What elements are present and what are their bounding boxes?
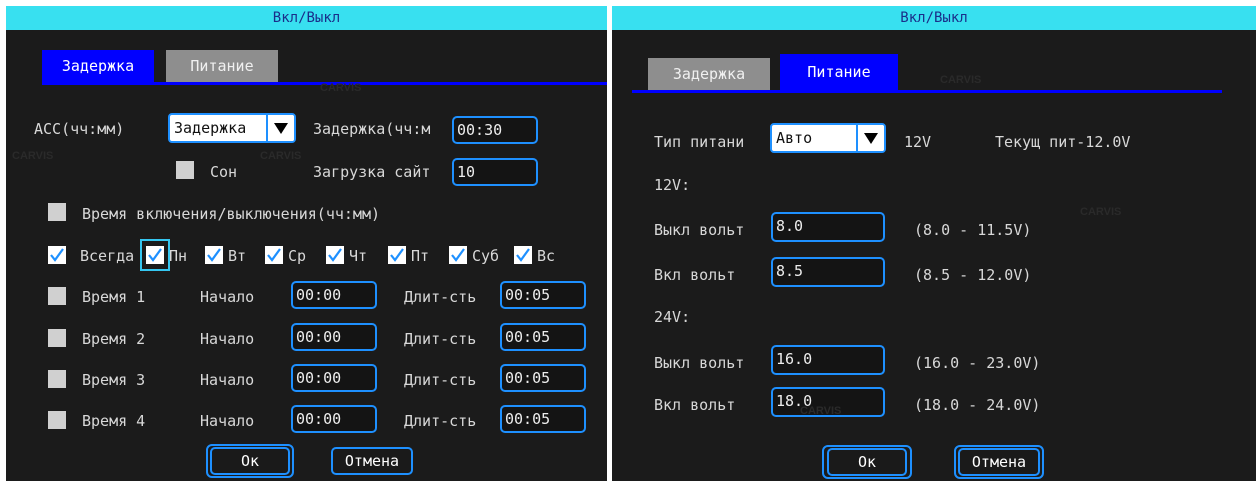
time-1-checkbox[interactable]	[48, 287, 66, 305]
v24-on-label: Вкл вольт	[654, 396, 736, 414]
tab-delay[interactable]: Задержка	[648, 58, 770, 90]
wed-checkbox[interactable]	[265, 246, 283, 264]
time-3-duration-label: Длит-сть	[404, 371, 477, 389]
v24-off-label: Выкл вольт	[654, 354, 745, 372]
time-4-start-input[interactable]: 00:00	[291, 405, 377, 433]
check-icon	[50, 248, 64, 262]
tue-checkbox[interactable]	[205, 246, 223, 264]
v12-off-input[interactable]: 8.0	[771, 212, 885, 242]
time-4-checkbox[interactable]	[48, 411, 66, 429]
time-2-start-label: Начало	[200, 330, 255, 348]
schedule-label: Время включения/выключения(чч:мм)	[82, 205, 381, 223]
section-12v-header: 12V:	[654, 176, 691, 194]
time-2-checkbox[interactable]	[48, 329, 66, 347]
mon-checkbox[interactable]	[146, 246, 164, 264]
window-title: Вкл/Выкл	[612, 6, 1256, 30]
sleep-checkbox[interactable]	[176, 161, 194, 179]
acc-delay-input[interactable]: 00:30	[452, 116, 538, 144]
tab-underline	[632, 90, 1222, 93]
time-2-duration-input[interactable]: 00:05	[500, 323, 586, 351]
upload-input[interactable]: 10	[452, 158, 538, 186]
time-2-label: Время 2	[82, 330, 146, 348]
v12-off-range: (8.0 - 11.5V)	[914, 221, 1032, 239]
thu-label: Чт	[349, 247, 368, 265]
upload-label: Загрузка сайт	[313, 163, 431, 181]
time-1-duration-label: Длит-сть	[404, 288, 477, 306]
voltage-readout: 12V	[904, 133, 932, 151]
always-checkbox[interactable]	[48, 246, 66, 264]
watermark: CARVIS	[12, 150, 54, 162]
v12-off-label: Выкл вольт	[654, 221, 745, 239]
ok-button[interactable]: Ок	[827, 448, 907, 476]
watermark: CARVIS	[940, 74, 982, 86]
cancel-button[interactable]: Отмена	[331, 447, 413, 475]
time-2-start-input[interactable]: 00:00	[291, 323, 377, 351]
delay-settings-panel: Вкл/Выкл Задержка Питание ACC(чч:мм) Зад…	[6, 6, 607, 481]
tue-label: Вт	[228, 247, 247, 265]
acc-label: ACC(чч:мм)	[34, 120, 125, 138]
power-type-select[interactable]: Авто	[770, 123, 886, 153]
watermark: CARVIS	[1080, 206, 1122, 218]
check-icon	[207, 248, 221, 262]
time-1-label: Время 1	[82, 288, 146, 306]
mon-label: Пн	[169, 247, 188, 265]
time-3-start-label: Начало	[200, 371, 255, 389]
chevron-down-icon[interactable]	[856, 125, 884, 151]
acc-mode-select[interactable]: Задержка	[168, 113, 296, 143]
ok-button[interactable]: Ок	[210, 447, 290, 475]
sat-label: Суб	[472, 247, 500, 265]
watermark: CARVIS	[260, 150, 302, 162]
check-icon	[328, 248, 342, 262]
check-icon	[451, 248, 465, 262]
cancel-button[interactable]: Отмена	[958, 448, 1040, 476]
section-24v-header: 24V:	[654, 308, 691, 326]
tab-power[interactable]: Питание	[780, 54, 898, 90]
time-4-duration-input[interactable]: 00:05	[500, 405, 586, 433]
v24-on-range: (18.0 - 24.0V)	[914, 396, 1041, 414]
check-icon	[148, 248, 162, 262]
window-title: Вкл/Выкл	[6, 6, 607, 30]
chevron-down-icon[interactable]	[266, 115, 294, 141]
schedule-checkbox[interactable]	[48, 203, 66, 221]
time-3-checkbox[interactable]	[48, 370, 66, 388]
tab-delay[interactable]: Задержка	[42, 50, 154, 82]
acc-delay-label: Задержка(чч:м	[313, 120, 431, 138]
watermark: CARVIS	[320, 82, 362, 94]
v24-off-range: (16.0 - 23.0V)	[914, 354, 1041, 372]
always-label: Всегда	[80, 247, 135, 265]
time-4-label: Время 4	[82, 412, 146, 430]
time-3-start-input[interactable]: 00:00	[291, 364, 377, 392]
time-3-label: Время 3	[82, 371, 146, 389]
wed-label: Ср	[288, 247, 307, 265]
power-type-label: Тип питани	[654, 133, 745, 151]
check-icon	[267, 248, 281, 262]
time-1-start-input[interactable]: 00:00	[291, 281, 377, 309]
time-3-duration-input[interactable]: 00:05	[500, 364, 586, 392]
thu-checkbox[interactable]	[326, 246, 344, 264]
fri-checkbox[interactable]	[388, 246, 406, 264]
fri-label: Пт	[411, 247, 430, 265]
time-4-start-label: Начало	[200, 412, 255, 430]
v24-off-input[interactable]: 16.0	[771, 345, 885, 375]
current-power-readout: Текущ пит-12.0V	[995, 133, 1131, 151]
tab-power[interactable]: Питание	[166, 50, 278, 82]
acc-mode-value: Задержка	[174, 119, 247, 137]
time-1-start-label: Начало	[200, 288, 255, 306]
v12-on-label: Вкл вольт	[654, 266, 736, 284]
time-2-duration-label: Длит-сть	[404, 330, 477, 348]
watermark: CARVIS	[800, 405, 842, 417]
check-icon	[516, 248, 530, 262]
check-icon	[390, 248, 404, 262]
sun-checkbox[interactable]	[514, 246, 532, 264]
sleep-label: Сон	[210, 163, 238, 181]
sun-label: Вс	[537, 247, 556, 265]
v12-on-range: (8.5 - 12.0V)	[914, 266, 1032, 284]
sat-checkbox[interactable]	[449, 246, 467, 264]
time-1-duration-input[interactable]: 00:05	[500, 281, 586, 309]
power-type-value: Авто	[776, 129, 813, 147]
time-4-duration-label: Длит-сть	[404, 412, 477, 430]
v12-on-input[interactable]: 8.5	[771, 257, 885, 287]
power-settings-panel: Вкл/Выкл Задержка Питание Тип питани Авт…	[612, 6, 1256, 481]
